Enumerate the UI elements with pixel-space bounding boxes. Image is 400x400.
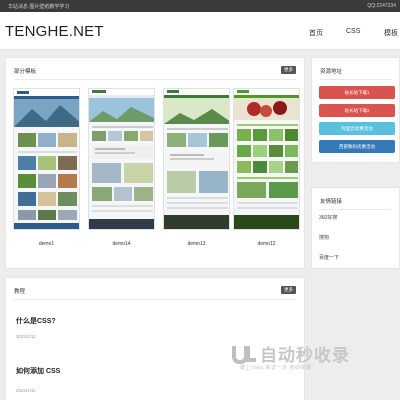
tutorials-more-button[interactable]: 更多 <box>281 286 296 294</box>
divider <box>14 79 296 80</box>
nav-home[interactable]: 首页 <box>309 28 323 38</box>
template-thumbnail[interactable] <box>163 88 230 230</box>
divider <box>320 209 391 210</box>
watermark: 自动秒收录 做上links 来访一次 自动收录 <box>228 340 388 380</box>
template-name[interactable]: demo14 <box>88 241 155 247</box>
article-date: 2024/1/11 <box>16 334 36 339</box>
template-preview-image <box>14 89 79 229</box>
site-header: TENGHE.NET 首页 CSS 模板 <box>0 12 400 50</box>
template-card-demo14[interactable]: demo14 <box>88 88 155 247</box>
download-button-1[interactable]: 站长站下载1 <box>319 86 395 99</box>
friend-links-title: 友情链接 <box>320 199 343 205</box>
friend-link-sogou[interactable]: 搜狗 <box>319 234 329 241</box>
watermark-main-text: 自动秒收录 <box>260 346 350 365</box>
tutorials-panel: 教程 更多 <box>5 277 305 400</box>
aliyun-promo-button[interactable]: 阿里云优惠活动 <box>319 122 395 135</box>
tutorials-title: 教程 <box>14 289 26 295</box>
template-thumbnail[interactable] <box>88 88 155 230</box>
nav-templates[interactable]: 模板 <box>384 28 398 38</box>
friend-link-baidu[interactable]: 百度一下 <box>319 254 339 261</box>
divider <box>14 299 296 300</box>
article-title[interactable]: 什么是CSS? <box>16 316 56 326</box>
template-preview-image <box>164 89 229 229</box>
template-name[interactable]: demo13 <box>163 241 230 247</box>
template-thumbnail[interactable] <box>13 88 80 230</box>
top-bar-qq: QQ:2247234 <box>367 3 396 9</box>
top-bar-left-text: 华站消息 图片壁纸教学学习 <box>8 4 70 10</box>
templates-title: 部分模板 <box>14 69 37 75</box>
west-promo-button[interactable]: 西部数码优惠活动 <box>319 140 395 153</box>
template-preview-image <box>89 89 154 229</box>
template-name[interactable]: demo12 <box>233 241 300 247</box>
article-date: 2024/1/11 <box>16 388 36 393</box>
resources-title: 资源地址 <box>320 69 343 75</box>
divider <box>320 79 391 80</box>
friend-link-360[interactable]: 360好搜 <box>319 214 337 221</box>
nav-css[interactable]: CSS <box>346 28 360 35</box>
template-name[interactable]: demo1 <box>13 241 80 247</box>
top-bar: 华站消息 图片壁纸教学学习 QQ:2247234 <box>0 0 400 12</box>
article-title[interactable]: 如何添加 CSS <box>16 366 60 376</box>
template-thumbnail[interactable] <box>233 88 300 230</box>
template-card-demo13[interactable]: demo13 <box>163 88 230 247</box>
watermark-logo-icon <box>232 346 256 365</box>
template-card-demo1[interactable]: demo1 <box>13 88 80 247</box>
template-card-demo12[interactable]: demo12 <box>233 88 300 247</box>
download-button-2[interactable]: 站长站下载2 <box>319 104 395 117</box>
templates-more-button[interactable]: 更多 <box>281 66 296 74</box>
watermark-sub-text: 做上links 来访一次 自动收录 <box>240 365 312 371</box>
site-logo[interactable]: TENGHE.NET <box>5 23 104 40</box>
template-preview-image <box>234 89 299 229</box>
